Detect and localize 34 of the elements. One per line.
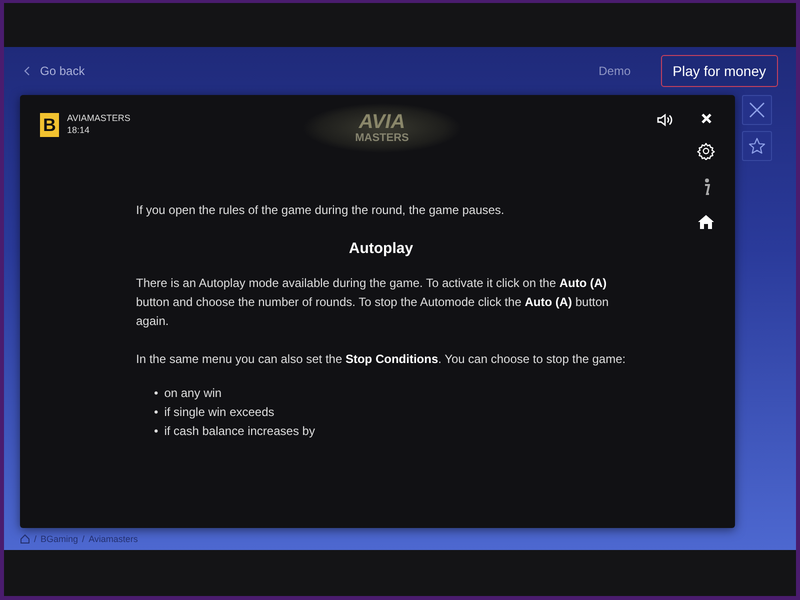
info-icon <box>702 178 710 196</box>
rules-paragraph: There is an Autoplay mode available during the game. To activate it click on the Auto (A) button and choose the number of rounds. To stop the Automode click the Auto (A) button again. <box>136 275 610 330</box>
sound-button[interactable] <box>657 113 673 128</box>
chevron-left-icon <box>24 66 30 76</box>
breadcrumb-separator: / <box>34 534 37 544</box>
breadcrumb-link[interactable]: Aviamasters <box>88 534 138 544</box>
bullet: • <box>154 385 158 402</box>
star-icon <box>748 137 766 156</box>
settings-button[interactable] <box>697 142 715 160</box>
brand-logo: B <box>40 113 59 138</box>
game-name: AVIAMASTERS <box>67 113 130 124</box>
settings-icon <box>697 142 715 160</box>
close-icon <box>749 102 765 118</box>
speaker-icon <box>657 113 673 128</box>
home-icon[interactable] <box>20 534 30 544</box>
home-icon <box>697 214 715 230</box>
bullet: • <box>154 404 158 422</box>
close-icon <box>700 113 712 124</box>
breadcrumb-separator: / <box>82 534 85 544</box>
breadcrumb-link[interactable]: BGaming <box>40 534 78 544</box>
back-link[interactable]: Go back <box>20 64 89 78</box>
section-heading: Autoplay <box>348 239 414 258</box>
clock-time: 18:14 <box>67 125 91 136</box>
favorite-button[interactable] <box>742 131 772 162</box>
rules-paragraph: In the same menu you can also set the Stop Conditions. You can choose to stop the game: <box>136 351 626 368</box>
list-item: if single win exceeds <box>164 404 274 422</box>
home-button[interactable] <box>697 214 715 230</box>
list-item: if cash balance increases by <box>164 423 315 440</box>
rules-paragraph: If you open the rules of the game during the round, the game pauses. <box>136 202 506 220</box>
play-for-money-button[interactable]: Play for money <box>660 55 778 88</box>
bullet: • <box>154 423 158 440</box>
demo-button[interactable]: Demo <box>592 63 637 80</box>
list-item: on any win <box>164 385 222 402</box>
info-button[interactable] <box>702 178 710 196</box>
